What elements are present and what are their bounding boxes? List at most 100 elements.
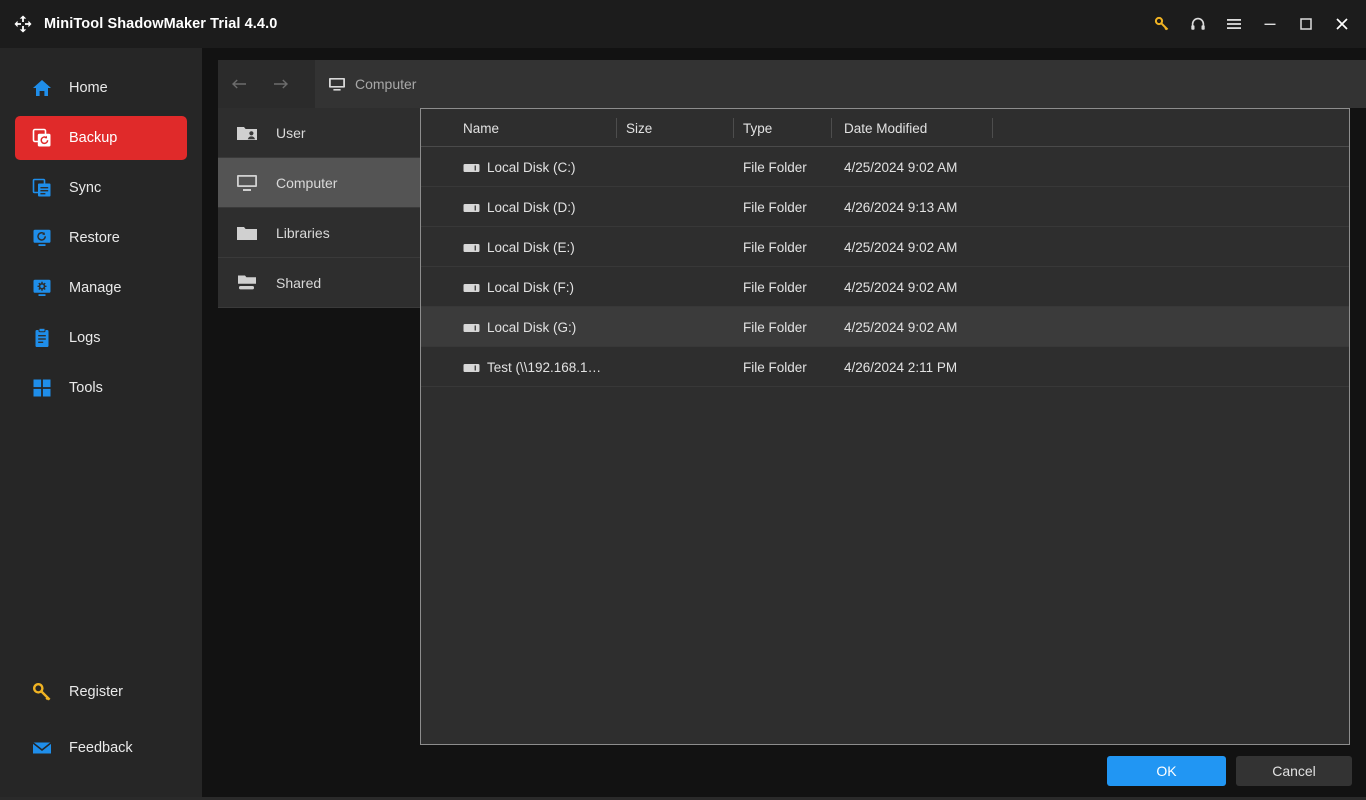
- file-name-text: Local Disk (D:): [487, 199, 576, 215]
- tools-icon: [31, 377, 53, 399]
- window-title: MiniTool ShadowMaker Trial 4.4.0: [44, 16, 278, 32]
- sidebar-item-logs[interactable]: Logs: [15, 316, 187, 360]
- ok-button[interactable]: OK: [1107, 756, 1226, 786]
- arrow-right-icon[interactable]: [260, 60, 302, 108]
- shared-folder-icon: [236, 273, 258, 293]
- file-list-rows: Local Disk (C:) File Folder 4/25/2024 9:…: [421, 147, 1349, 387]
- cancel-button[interactable]: Cancel: [1236, 756, 1352, 786]
- column-header-name[interactable]: Name: [463, 109, 499, 147]
- file-name-cell: Local Disk (F:): [463, 267, 574, 307]
- file-list-header: Name Size Type Date Modified: [421, 109, 1349, 147]
- column-separator[interactable]: [992, 118, 993, 138]
- file-type-cell: File Folder: [743, 159, 807, 175]
- hard-drive-icon: [463, 162, 480, 173]
- file-name-cell: Local Disk (G:): [463, 307, 576, 347]
- sidebar-item-label: Home: [69, 80, 108, 96]
- envelope-icon: [31, 737, 53, 759]
- tree-item-shared[interactable]: Shared: [218, 258, 420, 308]
- sidebar-item-manage[interactable]: Manage: [15, 266, 187, 310]
- sidebar-item-restore[interactable]: Restore: [15, 216, 187, 260]
- address-path-text: Computer: [355, 76, 417, 92]
- file-list-panel: Name Size Type Date Modified Local Disk …: [420, 108, 1350, 745]
- file-type-cell: File Folder: [743, 359, 807, 375]
- hamburger-icon[interactable]: [1216, 0, 1252, 48]
- close-icon[interactable]: [1324, 0, 1360, 48]
- monitor-icon: [328, 75, 346, 93]
- backup-icon: [31, 127, 53, 149]
- manage-icon: [31, 277, 53, 299]
- sidebar-nav-list: Home Backup Sync Restore Manage Logs Too…: [0, 48, 202, 410]
- arrow-left-icon[interactable]: [218, 60, 260, 108]
- headset-icon[interactable]: [1180, 0, 1216, 48]
- hard-drive-icon: [463, 362, 480, 373]
- hard-drive-icon: [463, 282, 480, 293]
- tree-item-computer[interactable]: Computer: [218, 158, 420, 208]
- column-separator[interactable]: [831, 118, 832, 138]
- file-type-cell: File Folder: [743, 239, 807, 255]
- column-header-date[interactable]: Date Modified: [844, 109, 927, 147]
- file-name-cell: Test (\\192.168.1…: [463, 347, 601, 387]
- sidebar-item-backup[interactable]: Backup: [15, 116, 187, 160]
- dialog-footer: OK Cancel: [202, 700, 1366, 800]
- tree-item-label: Libraries: [276, 224, 330, 241]
- file-type-cell: File Folder: [743, 279, 807, 295]
- content-area: Computer User Computer Libraries Shared …: [202, 48, 1366, 800]
- sidebar-item-label: Sync: [69, 180, 102, 196]
- file-name-text: Test (\\192.168.1…: [487, 359, 602, 375]
- tree-item-user[interactable]: User: [218, 108, 420, 158]
- sidebar-item-label: Backup: [69, 130, 118, 146]
- tree-item-label: Shared: [276, 274, 322, 291]
- table-row[interactable]: Local Disk (E:) File Folder 4/25/2024 9:…: [421, 227, 1349, 267]
- file-date-cell: 4/25/2024 9:02 AM: [844, 159, 958, 175]
- column-separator[interactable]: [616, 118, 617, 138]
- file-name-cell: Local Disk (D:): [463, 187, 576, 227]
- table-row[interactable]: Local Disk (C:) File Folder 4/25/2024 9:…: [421, 147, 1349, 187]
- title-bar: MiniTool ShadowMaker Trial 4.4.0: [0, 0, 1366, 48]
- column-separator[interactable]: [733, 118, 734, 138]
- file-date-cell: 4/26/2024 2:11 PM: [844, 359, 958, 375]
- file-date-cell: 4/25/2024 9:02 AM: [844, 239, 958, 255]
- file-type-cell: File Folder: [743, 199, 807, 215]
- file-name-text: Local Disk (C:): [487, 159, 576, 175]
- restore-icon: [31, 227, 53, 249]
- file-date-cell: 4/26/2024 9:13 AM: [844, 199, 958, 215]
- table-row[interactable]: Local Disk (D:) File Folder 4/26/2024 9:…: [421, 187, 1349, 227]
- minimize-icon[interactable]: [1252, 0, 1288, 48]
- tree-item-libraries[interactable]: Libraries: [218, 208, 420, 258]
- sidebar-item-label: Logs: [69, 330, 101, 346]
- sidebar-item-label: Tools: [69, 380, 103, 396]
- monitor-icon: [236, 173, 258, 193]
- app-window: MiniTool ShadowMaker Trial 4.4.0 Home Ba…: [0, 0, 1366, 800]
- file-name-cell: Local Disk (C:): [463, 147, 576, 187]
- file-name-text: Local Disk (E:): [487, 239, 575, 255]
- key-icon: [31, 681, 53, 703]
- logs-icon: [31, 327, 53, 349]
- file-name-text: Local Disk (G:): [487, 319, 577, 335]
- file-name-text: Local Disk (F:): [487, 279, 575, 295]
- column-header-type[interactable]: Type: [743, 109, 772, 147]
- table-row[interactable]: Local Disk (G:) File Folder 4/25/2024 9:…: [421, 307, 1349, 347]
- key-icon[interactable]: [1144, 0, 1180, 48]
- folder-user-icon: [236, 123, 258, 143]
- sidebar-item-home[interactable]: Home: [15, 66, 187, 110]
- hard-drive-icon: [463, 202, 480, 213]
- address-bar[interactable]: Computer: [315, 60, 1366, 108]
- hard-drive-icon: [463, 242, 480, 253]
- folder-icon: [236, 223, 258, 243]
- sidebar-item-register[interactable]: Register: [15, 670, 187, 714]
- tree-item-label: Computer: [276, 174, 338, 191]
- sidebar-item-sync[interactable]: Sync: [15, 166, 187, 210]
- table-row[interactable]: Test (\\192.168.1… File Folder 4/26/2024…: [421, 347, 1349, 387]
- navigation-bar: Computer: [218, 60, 1366, 108]
- table-row[interactable]: Local Disk (F:) File Folder 4/25/2024 9:…: [421, 267, 1349, 307]
- sidebar-bottom-list: Register Feedback: [0, 670, 202, 800]
- file-date-cell: 4/25/2024 9:02 AM: [844, 279, 958, 295]
- sidebar-item-feedback[interactable]: Feedback: [15, 726, 187, 770]
- file-name-cell: Local Disk (E:): [463, 227, 575, 267]
- file-type-cell: File Folder: [743, 319, 807, 335]
- tree-item-label: User: [276, 124, 306, 141]
- column-header-size[interactable]: Size: [626, 109, 652, 147]
- file-date-cell: 4/25/2024 9:02 AM: [844, 319, 958, 335]
- sidebar-item-tools[interactable]: Tools: [15, 366, 187, 410]
- maximize-icon[interactable]: [1288, 0, 1324, 48]
